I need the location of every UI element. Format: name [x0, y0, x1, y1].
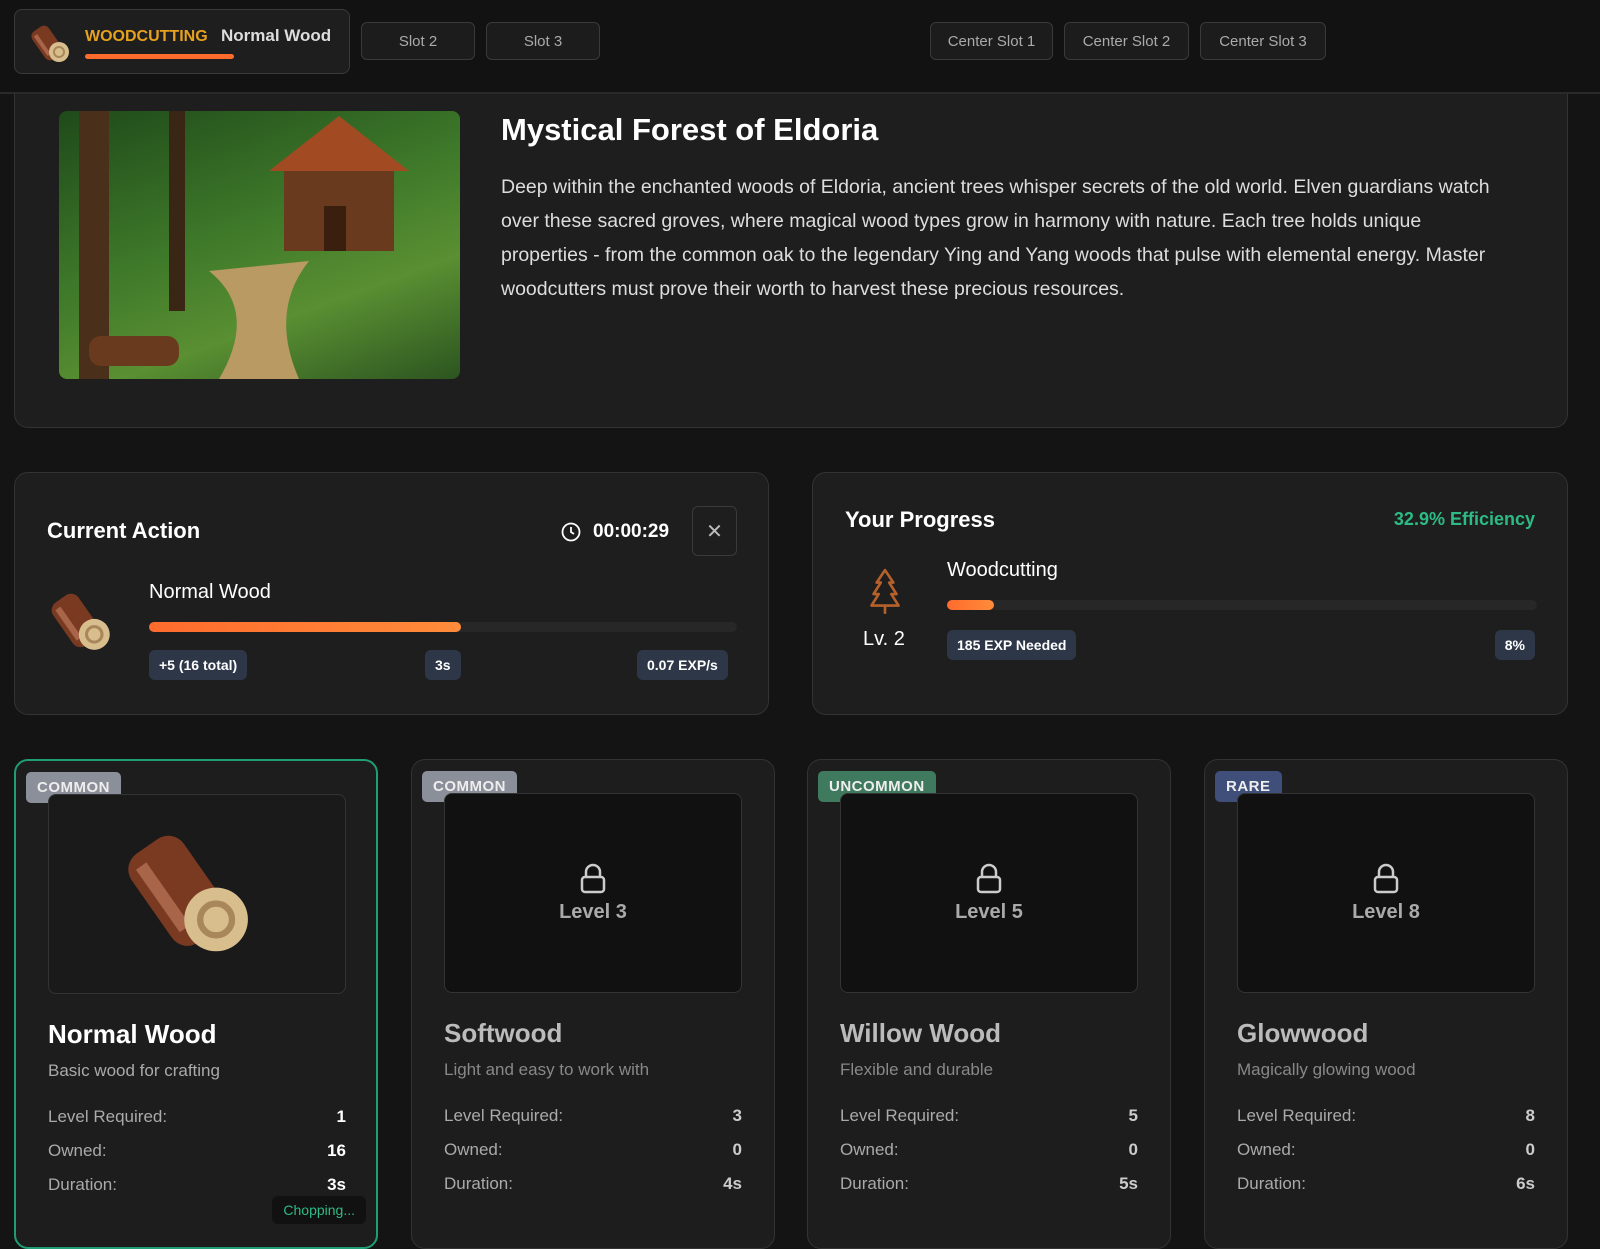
- duration-label: Duration:: [48, 1175, 117, 1194]
- location-description: Deep within the enchanted woods of Eldor…: [501, 176, 1490, 300]
- wood-log-icon: [51, 588, 112, 653]
- owned-value: 0: [1525, 1140, 1535, 1159]
- item-name: Glowwood: [1237, 1018, 1369, 1048]
- skill-name: Woodcutting: [947, 559, 1058, 581]
- owned-label: Owned:: [1237, 1140, 1296, 1159]
- progress-title: Your Progress: [845, 507, 995, 532]
- slot-resource: Normal Wood: [221, 26, 332, 45]
- item-name: Softwood: [444, 1018, 563, 1048]
- center-slot-3-button[interactable]: Center Slot 3: [1200, 22, 1326, 60]
- duration-label: Duration:: [444, 1174, 513, 1193]
- location-card: Mystical Forest of Eldoria Deep within t…: [14, 94, 1568, 428]
- lock-icon: [976, 863, 1002, 893]
- level-required-label: Level Required:: [840, 1106, 960, 1125]
- item-name: Normal Wood: [48, 1019, 217, 1049]
- level-required-label: Level Required:: [48, 1107, 168, 1126]
- exp-needed-badge: 185 EXP Needed: [947, 630, 1077, 660]
- owned-label: Owned:: [840, 1140, 899, 1159]
- item-card[interactable]: COMMON Normal Wood Basic wood for crafti…: [14, 759, 378, 1249]
- level-required-row: Level Required: 5: [840, 1106, 1138, 1126]
- tree-icon: [870, 568, 900, 614]
- duration-value: 4s: [723, 1174, 742, 1193]
- item-description: Basic wood for crafting: [48, 1061, 220, 1080]
- duration-row: Duration: 4s: [444, 1174, 742, 1194]
- duration-value: 5s: [1119, 1174, 1138, 1193]
- chopping-status: Chopping...: [272, 1196, 366, 1224]
- item-image: Level 5: [840, 793, 1138, 993]
- slot-skill: WOODCUTTING: [85, 28, 208, 45]
- center-slot-2-button[interactable]: Center Slot 2: [1064, 22, 1189, 60]
- wood-log-icon: [127, 824, 267, 964]
- action-timer: 00:00:29: [593, 521, 670, 542]
- forest-cabin-image: [59, 111, 460, 379]
- center-slot-1-button[interactable]: Center Slot 1: [930, 22, 1053, 60]
- owned-row: Owned: 0: [840, 1140, 1138, 1160]
- duration-value: 6s: [1516, 1174, 1535, 1193]
- duration-label: Duration:: [1237, 1174, 1306, 1193]
- skill-progress-bar: [947, 600, 1537, 610]
- duration-value: 3s: [327, 1175, 346, 1194]
- item-card[interactable]: UNCOMMON Level 5 Willow Wood Flexible an…: [807, 759, 1171, 1249]
- item-image: Level 3: [444, 793, 742, 993]
- action-resource: Normal Wood: [149, 581, 271, 603]
- item-description: Flexible and durable: [840, 1060, 994, 1079]
- owned-row: Owned: 0: [1237, 1140, 1535, 1160]
- lock-level-label: Level 3: [559, 900, 627, 923]
- active-slot[interactable]: WOODCUTTING Normal Wood: [14, 9, 350, 74]
- duration-row: Duration: 6s: [1237, 1174, 1535, 1194]
- lock-level-label: Level 8: [1352, 900, 1420, 923]
- level-required-label: Level Required:: [1237, 1106, 1357, 1125]
- action-progress-bar: [149, 622, 737, 632]
- level-required-label: Level Required:: [444, 1106, 564, 1125]
- slot-progress-bar: [85, 54, 234, 59]
- duration-row: Duration: 3s: [48, 1175, 346, 1195]
- item-image: [48, 794, 346, 994]
- efficiency-label: 32.9% Efficiency: [1393, 509, 1535, 529]
- duration-row: Duration: 5s: [840, 1174, 1138, 1194]
- percent-badge: 8%: [1494, 630, 1535, 660]
- duration-label: Duration:: [840, 1174, 909, 1193]
- lock-icon: [1373, 863, 1399, 893]
- owned-label: Owned:: [444, 1140, 503, 1159]
- level-required-value: 1: [336, 1107, 346, 1126]
- wood-log-icon: [31, 22, 71, 64]
- item-image: Level 8: [1237, 793, 1535, 993]
- owned-value: 0: [1128, 1140, 1138, 1159]
- skill-level: Lv. 2: [863, 628, 905, 650]
- lock-icon: [580, 863, 606, 893]
- duration-badge: 3s: [425, 650, 461, 680]
- slot-2-button[interactable]: Slot 2: [361, 22, 475, 60]
- exp-rate-badge: 0.07 EXP/s: [637, 650, 728, 680]
- owned-row: Owned: 16: [48, 1141, 346, 1161]
- level-required-value: 8: [1525, 1106, 1535, 1125]
- action-progress-fill: [149, 622, 461, 632]
- item-name: Willow Wood: [840, 1018, 1002, 1048]
- slot-3-button[interactable]: Slot 3: [486, 22, 600, 60]
- skill-progress-fill: [947, 600, 995, 610]
- level-required-row: Level Required: 1: [48, 1107, 346, 1127]
- stop-action-button[interactable]: ✕: [692, 506, 737, 556]
- top-bar: WOODCUTTING Normal Wood Slot 2 Slot 3 Ce…: [0, 0, 1600, 94]
- lock-level-label: Level 5: [955, 900, 1023, 923]
- item-description: Magically glowing wood: [1237, 1060, 1416, 1079]
- owned-label: Owned:: [48, 1141, 107, 1160]
- level-required-value: 3: [732, 1106, 742, 1125]
- level-required-row: Level Required: 3: [444, 1106, 742, 1126]
- location-title: Mystical Forest of Eldoria: [501, 112, 879, 147]
- item-card[interactable]: RARE Level 8 Glowwood Magically glowing …: [1204, 759, 1568, 1249]
- level-required-row: Level Required: 8: [1237, 1106, 1535, 1126]
- yield-badge: +5 (16 total): [149, 650, 248, 680]
- close-icon: ✕: [706, 520, 723, 543]
- item-card[interactable]: COMMON Level 3 Softwood Light and easy t…: [411, 759, 775, 1249]
- progress-card: Your Progress 32.9% Efficiency Lv. 2 Woo…: [812, 472, 1568, 715]
- current-action-title: Current Action: [47, 518, 201, 543]
- owned-row: Owned: 0: [444, 1140, 742, 1160]
- clock-icon: [561, 522, 581, 542]
- owned-value: 0: [732, 1140, 742, 1159]
- level-required-value: 5: [1128, 1106, 1138, 1125]
- owned-value: 16: [327, 1141, 346, 1160]
- current-action-card: Current Action 00:00:29 ✕ Normal Wood +5…: [14, 472, 769, 715]
- item-description: Light and easy to work with: [444, 1060, 650, 1079]
